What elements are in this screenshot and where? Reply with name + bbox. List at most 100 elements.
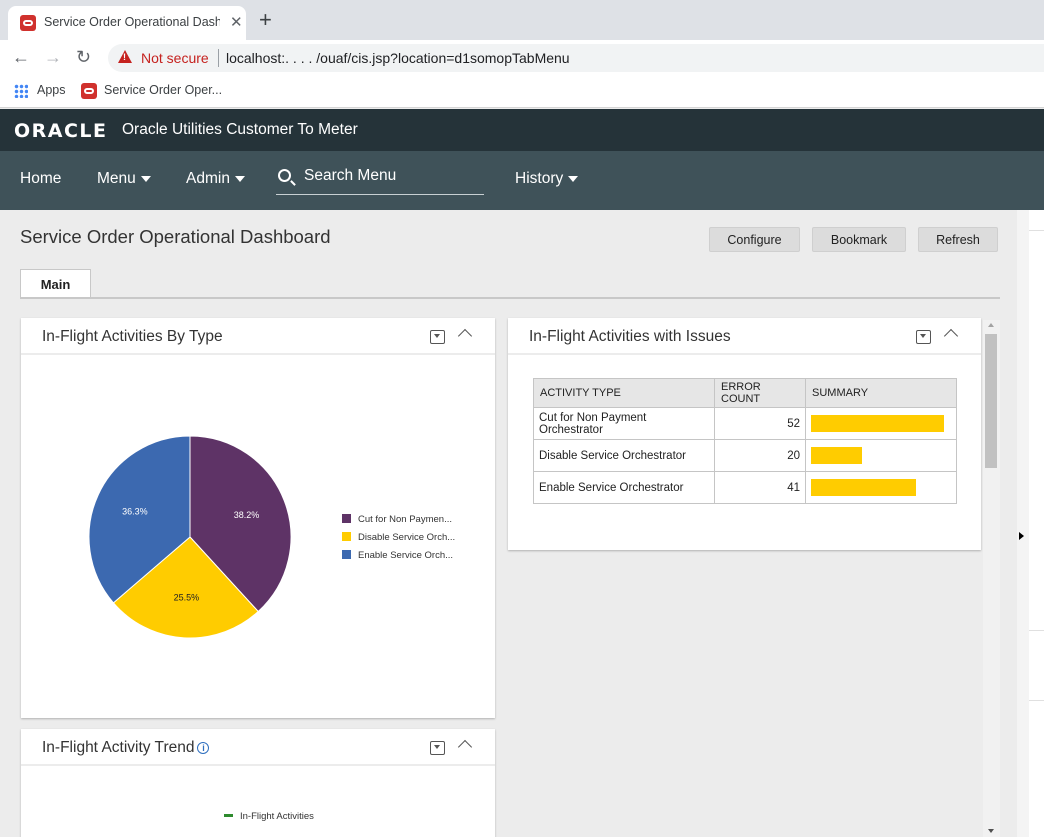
legend-label: In-Flight Activities (240, 811, 314, 822)
column-header[interactable]: ERROR COUNT (714, 378, 806, 408)
nav-admin[interactable]: Admin (186, 170, 245, 188)
forward-arrow-icon[interactable]: → (44, 47, 62, 68)
app-header: ORACLE Oracle Utilities Customer To Mete… (0, 109, 1044, 151)
bookmark-service-order[interactable]: Service Order Oper... (104, 83, 222, 97)
portal-menu-icon[interactable] (430, 741, 445, 755)
back-arrow-icon[interactable]: ← (12, 47, 30, 68)
nav-admin-label: Admin (186, 170, 230, 187)
column-header[interactable]: ACTIVITY TYPE (533, 378, 715, 408)
new-tab-icon[interactable]: + (259, 9, 272, 31)
security-status[interactable]: Not secure (141, 50, 209, 66)
omnibox-divider (218, 49, 219, 67)
omnibox[interactable]: Not secure localhost:. . . . /ouaf/cis.j… (108, 44, 1044, 72)
error-count-cell: 41 (714, 471, 806, 504)
chevron-up-icon[interactable] (457, 739, 473, 755)
column-header[interactable]: SUMMARY (805, 378, 957, 408)
trend-legend: In-Flight Activities (224, 811, 314, 822)
close-tab-icon[interactable]: ✕ (230, 13, 243, 31)
reload-icon[interactable]: ↻ (76, 47, 91, 68)
nav-menu[interactable]: Menu (97, 170, 151, 188)
issues-table: ACTIVITY TYPE ERROR COUNT SUMMARY Cut fo… (533, 378, 957, 504)
page-title: Service Order Operational Dashboard (20, 226, 331, 247)
browser-tab-strip: Service Order Operational Dashb ✕ + (0, 0, 1044, 40)
divider (1029, 700, 1044, 701)
scroll-down-icon[interactable] (988, 829, 994, 833)
warning-icon (118, 50, 132, 63)
portal-by-type: In-Flight Activities By Type 38.2% 25.5% 3… (21, 318, 495, 718)
activity-type-cell[interactable]: Cut for Non Payment Orchestrator (533, 407, 715, 440)
divider (1029, 230, 1044, 231)
nav-home[interactable]: Home (20, 170, 61, 188)
right-side-panel (1017, 210, 1044, 837)
browser-tab[interactable]: Service Order Operational Dashb ✕ (8, 6, 246, 40)
error-count-cell: 52 (714, 407, 806, 440)
nav-history[interactable]: History (515, 170, 579, 188)
nav-history-label: History (515, 170, 564, 187)
portal-title: In-Flight Activity Trend i (42, 739, 210, 757)
summary-cell (805, 407, 957, 440)
address-bar: ← → ↻ Not secure localhost:. . . . /ouaf… (0, 40, 1044, 76)
bookmark-button[interactable]: Bookmark (812, 227, 906, 252)
bookmarks-bar: Apps Service Order Oper... (0, 76, 1044, 108)
product-name: Oracle Utilities Customer To Meter (122, 121, 358, 138)
oracle-favicon-icon (81, 83, 97, 99)
summary-cell (805, 439, 957, 472)
legend-swatch (342, 514, 351, 523)
tab-underline (20, 297, 1000, 299)
portal-menu-icon[interactable] (916, 330, 931, 344)
expand-panel-icon[interactable] (1019, 532, 1024, 540)
portal-trend: In-Flight Activity Trend i In-Flight Acti… (21, 729, 495, 837)
summary-bar[interactable] (811, 447, 862, 464)
legend-swatch (224, 814, 233, 817)
portal-issues: In-Flight Activities with Issues ACTIVIT… (508, 318, 981, 550)
configure-button[interactable]: Configure (709, 227, 800, 252)
slice-label: 36.3% (122, 507, 148, 517)
search-input[interactable] (304, 167, 480, 185)
app-nav-bar: Home Menu Admin History (0, 151, 1044, 210)
tab-main[interactable]: Main (20, 269, 91, 298)
search-icon (278, 169, 291, 182)
chevron-down-icon (568, 175, 579, 182)
refresh-button[interactable]: Refresh (918, 227, 998, 252)
bookmark-apps[interactable]: Apps (37, 83, 66, 97)
chevron-up-icon[interactable] (943, 328, 959, 344)
chevron-down-icon (234, 175, 245, 182)
summary-bar[interactable] (811, 415, 944, 432)
legend-swatch (342, 532, 351, 541)
slice-label: 38.2% (234, 510, 260, 520)
browser-tab-title: Service Order Operational Dashb (44, 15, 220, 29)
table-row[interactable]: Disable Service Orchestrator 20 (533, 439, 957, 472)
scroll-up-icon[interactable] (988, 323, 994, 327)
activity-type-cell[interactable]: Disable Service Orchestrator (533, 439, 715, 472)
table-header-row: ACTIVITY TYPE ERROR COUNT SUMMARY (533, 378, 957, 408)
legend-item[interactable]: Cut for Non Paymen... (342, 514, 452, 525)
legend-item[interactable]: Disable Service Orch... (342, 532, 455, 543)
chevron-down-icon (140, 175, 151, 182)
legend-label: Cut for Non Paymen... (358, 514, 452, 525)
search-menu (276, 164, 484, 195)
slice-label: 25.5% (174, 592, 200, 602)
apps-grid-icon[interactable] (14, 84, 28, 98)
legend-label: Disable Service Orch... (358, 532, 456, 543)
main-scrollbar[interactable] (983, 320, 1000, 837)
portal-title-text: In-Flight Activity Trend (42, 739, 195, 756)
oracle-logo: ORACLE (14, 120, 108, 142)
oracle-favicon-icon (20, 15, 36, 31)
portal-header: In-Flight Activity Trend i (21, 729, 495, 766)
info-icon[interactable]: i (197, 742, 210, 754)
error-count-cell: 20 (714, 439, 806, 472)
portal-header: In-Flight Activities with Issues (508, 318, 981, 355)
legend-item[interactable]: Enable Service Orch... (342, 550, 453, 561)
table-row[interactable]: Cut for Non Payment Orchestrator 52 (533, 407, 957, 440)
summary-cell (805, 471, 957, 504)
portal-title: In-Flight Activities with Issues (529, 328, 731, 345)
legend-label: Enable Service Orch... (358, 550, 454, 561)
summary-bar[interactable] (811, 479, 916, 496)
url-text[interactable]: localhost:. . . . /ouaf/cis.jsp?location… (226, 50, 570, 66)
table-row[interactable]: Enable Service Orchestrator 41 (533, 471, 957, 504)
nav-menu-label: Menu (97, 170, 136, 187)
activity-type-cell[interactable]: Enable Service Orchestrator (533, 471, 715, 504)
scroll-thumb[interactable] (985, 334, 997, 468)
legend-swatch (342, 550, 351, 559)
divider (1029, 630, 1044, 631)
